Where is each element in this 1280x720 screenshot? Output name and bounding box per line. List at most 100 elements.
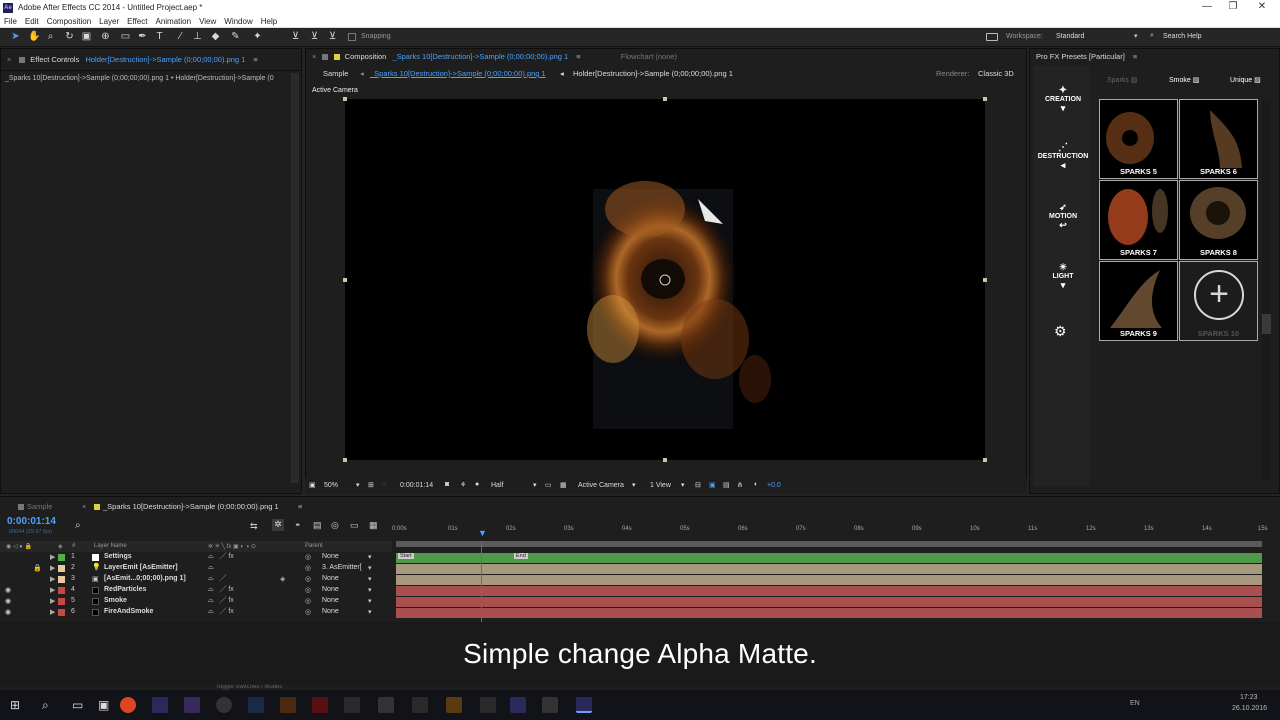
file-explorer-icon[interactable]: ▣: [98, 698, 109, 712]
lock-icon[interactable]: 🔒: [33, 564, 42, 572]
hand-tool-icon[interactable]: ✋: [28, 31, 40, 43]
layer-row-3[interactable]: ▶ 3 ▣ [AsEmit...0;00;00).png 1] ⌓ ╱ ◈ ◎ …: [0, 574, 392, 585]
parent-column-header[interactable]: Parent: [305, 543, 323, 549]
illustrator-taskbar-icon[interactable]: [280, 697, 296, 713]
preset-sparks-5[interactable]: SPARKS 5: [1099, 99, 1178, 179]
timeline-tab-active[interactable]: _Sparks 10[Destruction]->Sample (0;00;00…: [94, 502, 279, 511]
layer-name-column-header[interactable]: Layer Name: [94, 543, 127, 549]
layer-bar-4[interactable]: [396, 586, 1262, 596]
preset-sparks-7[interactable]: SPARKS 7: [1099, 180, 1178, 260]
obs-icon[interactable]: [216, 697, 232, 713]
crumb-sample[interactable]: Sample: [323, 65, 348, 83]
layer-name[interactable]: FireAndSmoke: [104, 608, 153, 615]
channel-icon[interactable]: ●: [475, 481, 479, 488]
pickwhip-icon[interactable]: ◎: [305, 575, 311, 583]
layer-row-4[interactable]: ◉ ▶ 4 RedParticles ⌓ ╱ fx ◎ None ▾: [0, 585, 392, 596]
zoom-dropdown-icon[interactable]: ▾: [356, 481, 360, 489]
current-time-display[interactable]: 0:00:01:14: [400, 482, 433, 489]
transform-handle[interactable]: [983, 458, 987, 462]
photoshop-taskbar-icon[interactable]: [248, 697, 264, 713]
rectangle-tool-icon[interactable]: ▭: [120, 31, 131, 43]
transform-handle[interactable]: [983, 97, 987, 101]
visibility-eye-icon[interactable]: ◉: [5, 608, 11, 616]
motion-blur-icon[interactable]: ◎: [331, 520, 339, 531]
settings-gear-icon[interactable]: ⚙: [1054, 323, 1067, 340]
layer-bar-2[interactable]: [396, 564, 1262, 574]
menu-effect[interactable]: Effect: [127, 17, 147, 26]
panel-menu-icon[interactable]: ≡: [1133, 52, 1137, 61]
app-taskbar-icon[interactable]: [510, 697, 526, 713]
layer-label-color[interactable]: [58, 598, 65, 605]
tray-clock[interactable]: 17:23: [1240, 694, 1258, 701]
layer-name[interactable]: [AsEmit...0;00;00).png 1]: [104, 575, 186, 582]
pan-behind-tool-icon[interactable]: ⊕: [100, 31, 111, 43]
preset-sparks-6[interactable]: SPARKS 6: [1179, 99, 1258, 179]
twirl-icon[interactable]: ▶: [50, 553, 55, 561]
composition-tab-label[interactable]: Composition: [345, 52, 387, 61]
destruction-category-button[interactable]: ⋰ DESTRUCTION ◂: [1036, 142, 1090, 198]
layer-label-color[interactable]: [58, 565, 65, 572]
view-layout-select[interactable]: 1 View: [650, 482, 671, 489]
restore-icon[interactable]: ❐: [1219, 0, 1247, 15]
timeline-icon[interactable]: ▤: [723, 481, 730, 489]
visibility-eye-icon[interactable]: ◉: [5, 597, 11, 605]
motion-category-button[interactable]: ➶ MOTION ↩: [1036, 202, 1090, 258]
fx-presets-tab[interactable]: Pro FX Presets [Particular] ≡: [1030, 49, 1279, 65]
crumb-holder[interactable]: Holder[Destruction]->Sample (0;00;00;00)…: [573, 65, 733, 83]
preset-sparks-8[interactable]: SPARKS 8: [1179, 180, 1258, 260]
renderer-value[interactable]: Classic 3D: [978, 65, 1014, 83]
creation-category-button[interactable]: ✦ CREATION ▾: [1036, 85, 1090, 141]
close-panel-icon[interactable]: ×: [312, 52, 316, 61]
frame-blending-icon[interactable]: ▤: [313, 520, 322, 531]
parent-select[interactable]: None: [322, 597, 339, 604]
parent-select[interactable]: None: [322, 575, 339, 582]
view-axis-icon[interactable]: ⊻: [327, 31, 338, 43]
smoke-category-tab[interactable]: Smoke ▨: [1169, 76, 1199, 84]
menu-composition[interactable]: Composition: [47, 17, 91, 26]
snapping-checkbox[interactable]: [348, 33, 356, 41]
layer-switches[interactable]: ⌓ ╱ fx: [208, 553, 234, 561]
input-language[interactable]: EN: [1130, 700, 1140, 707]
search-icon[interactable]: ⌕: [42, 698, 49, 713]
chrome-icon[interactable]: [120, 697, 136, 713]
twirl-icon[interactable]: ▶: [50, 564, 55, 572]
transparency-grid-icon[interactable]: ▦: [560, 481, 567, 489]
draft-3d-icon[interactable]: ✲: [272, 519, 284, 531]
parent-dropdown-icon[interactable]: ▾: [368, 586, 372, 594]
close-icon[interactable]: ✕: [1248, 0, 1276, 15]
transform-handle[interactable]: [343, 97, 347, 101]
layer-name[interactable]: LayerEmit [AsEmitter]: [104, 564, 178, 571]
pickwhip-icon[interactable]: ◎: [305, 553, 311, 561]
exposure-value[interactable]: +0.0: [767, 482, 781, 489]
parent-select[interactable]: None: [322, 586, 339, 593]
pen-tool-icon[interactable]: ✒: [137, 31, 148, 43]
after-effects-taskbar-icon[interactable]: [152, 697, 168, 713]
transform-handle[interactable]: [663, 458, 667, 462]
menu-file[interactable]: File: [4, 17, 17, 26]
twirl-icon[interactable]: ▶: [50, 586, 55, 594]
flowchart-tab[interactable]: Flowchart (none): [621, 52, 677, 61]
layer-name[interactable]: Smoke: [104, 597, 127, 604]
marker-end[interactable]: End: [514, 553, 528, 559]
fx-presets-scroll-thumb[interactable]: [1262, 314, 1271, 334]
layer-row-1[interactable]: ▶ 1 Settings ⌓ ╱ fx ◎ None ▾: [0, 552, 392, 563]
layer-label-color[interactable]: [58, 587, 65, 594]
layer-bar-5[interactable]: [396, 597, 1262, 607]
twirl-icon[interactable]: ▶: [50, 597, 55, 605]
zoom-select[interactable]: 50%: [324, 482, 338, 489]
panel-menu-icon[interactable]: ≡: [576, 52, 580, 61]
pickwhip-icon[interactable]: ◎: [305, 608, 311, 616]
layer-switches[interactable]: ⌓ ╱ fx: [208, 586, 234, 594]
search-help-input[interactable]: Search Help: [1163, 33, 1202, 40]
layer-bar-1[interactable]: Start End: [396, 553, 1262, 563]
parent-dropdown-icon[interactable]: ▾: [368, 597, 372, 605]
layer-bar-6[interactable]: [396, 608, 1262, 618]
timeline-tab-sample[interactable]: Sample: [18, 502, 52, 511]
always-preview-icon[interactable]: ▣: [309, 481, 316, 489]
close-tab-icon[interactable]: ×: [82, 502, 86, 511]
parent-dropdown-icon[interactable]: ▾: [368, 553, 372, 561]
roto-brush-tool-icon[interactable]: ✎: [230, 31, 241, 43]
app-taskbar-icon[interactable]: [344, 697, 360, 713]
menu-edit[interactable]: Edit: [25, 17, 39, 26]
resolution-dropdown-icon[interactable]: ▾: [533, 481, 537, 489]
